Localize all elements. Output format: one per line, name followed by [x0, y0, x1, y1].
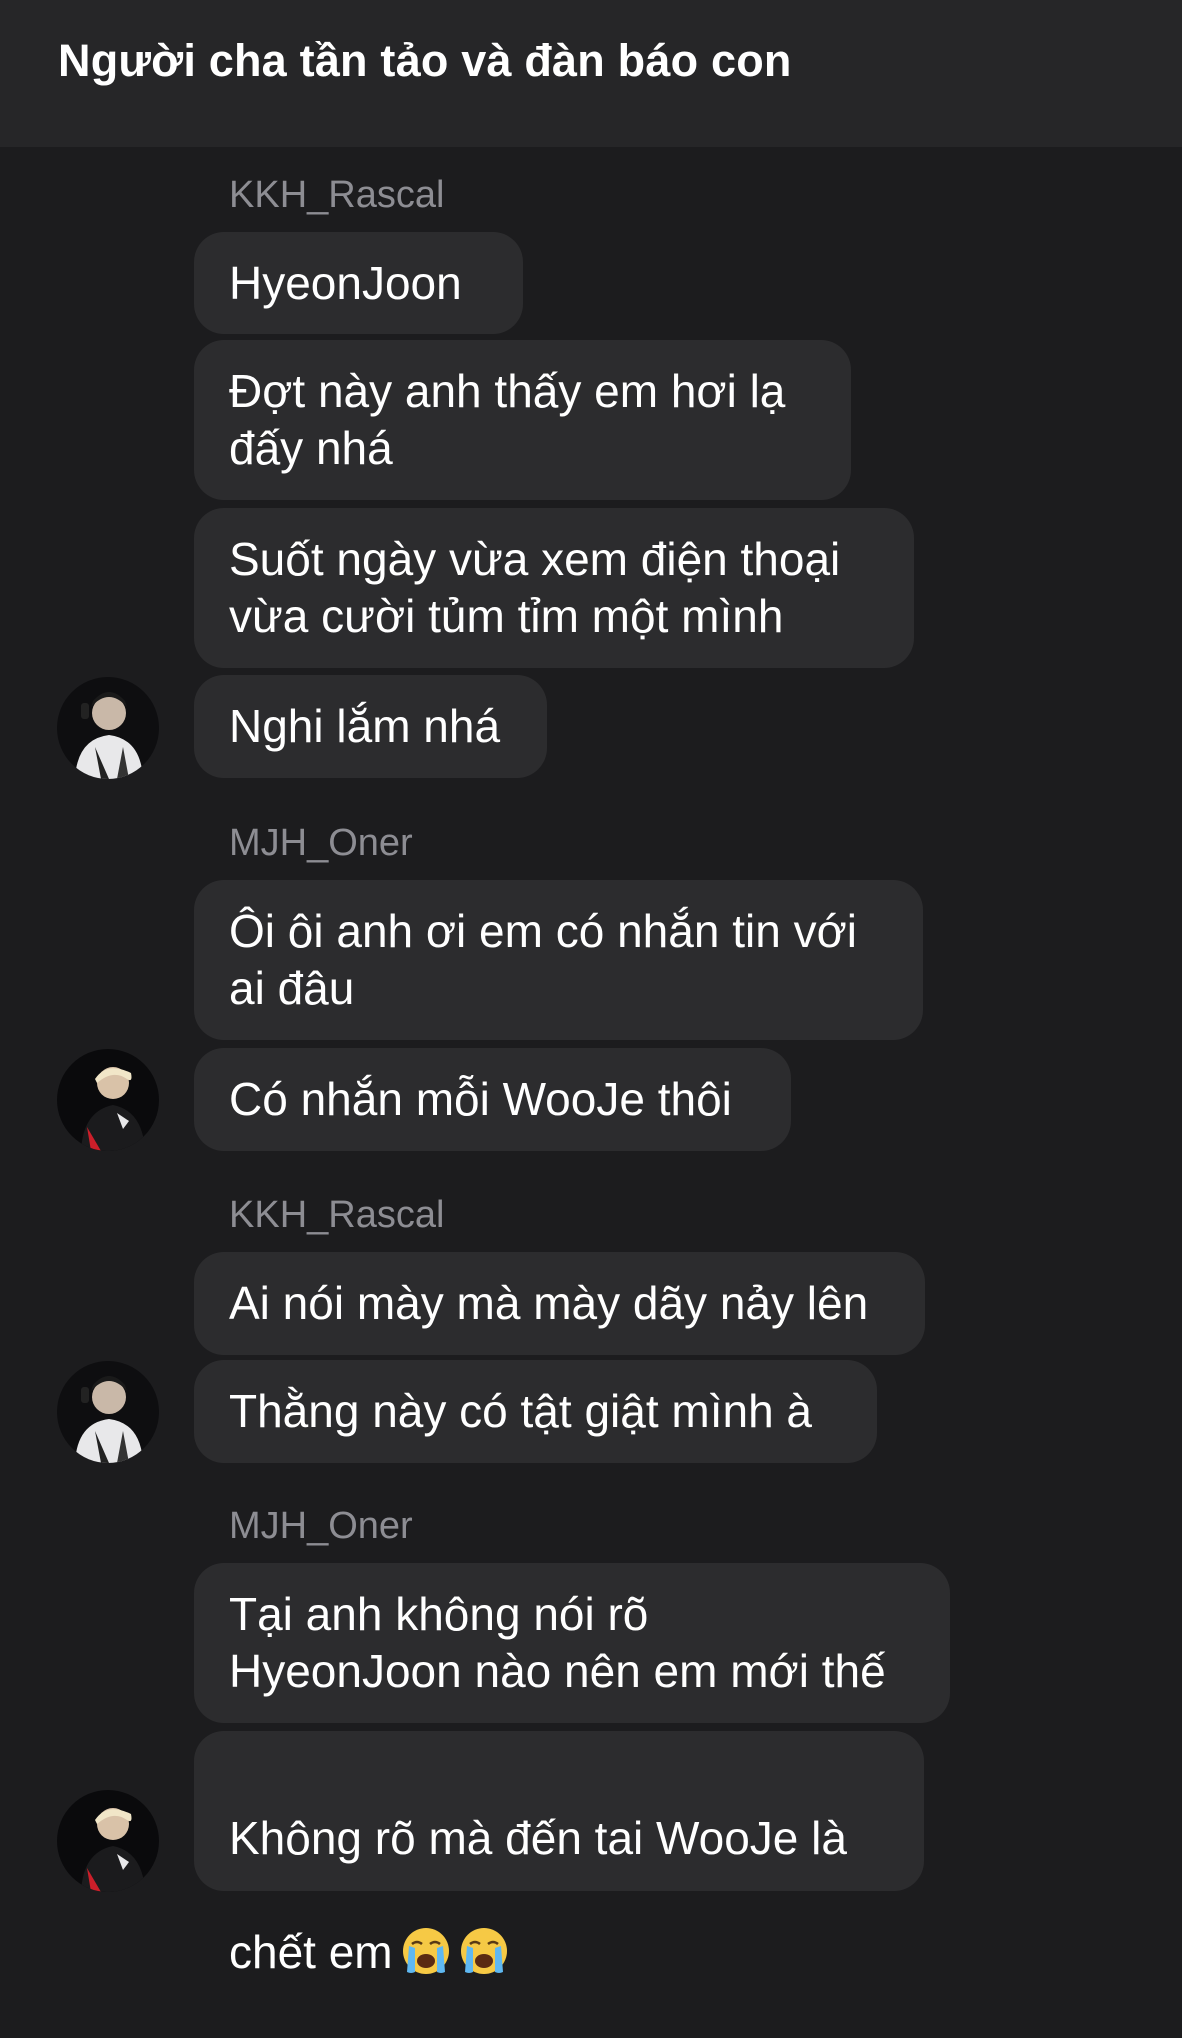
message-bubble[interactable]: Có nhắn mỗi WooJe thôi — [194, 1048, 791, 1151]
sender-name-kkh-rascal: KKH_Rascal — [229, 1194, 445, 1236]
message-text-line: Không rõ mà đến tai WooJe là — [229, 1812, 847, 1864]
sender-name-kkh-rascal: KKH_Rascal — [229, 174, 445, 216]
avatar-mjh-oner[interactable] — [57, 1790, 159, 1892]
chat-header: Người cha tần tảo và đàn báo con — [0, 0, 1182, 147]
message-text-line: chết em — [229, 1924, 890, 1981]
sender-name-mjh-oner: MJH_Oner — [229, 1505, 413, 1547]
message-bubble[interactable]: Thằng này có tật giật mình à — [194, 1360, 877, 1463]
loudly-crying-face-icon — [459, 1926, 509, 1976]
message-bubble[interactable]: Không rõ mà đến tai WooJe là chết em — [194, 1731, 924, 1978]
message-bubble[interactable]: Ai nói mày mà mày dãy nảy lên — [194, 1252, 925, 1355]
avatar-kkh-rascal[interactable] — [57, 677, 159, 779]
message-bubble[interactable]: Đợt này anh thấy em hơi lạ đấy nhá — [194, 340, 851, 500]
message-bubble[interactable]: HyeonJoon — [194, 232, 523, 334]
message-bubble[interactable]: Ôi ôi anh ơi em có nhắn tin với ai đâu — [194, 880, 923, 1040]
message-list[interactable]: KKH_Rascal HyeonJoon Đợt này anh thấy em… — [0, 147, 1182, 1978]
message-bubble[interactable]: Nghi lắm nhá — [194, 675, 547, 778]
message-bubble[interactable]: Suốt ngày vừa xem điện thoại vừa cười tủ… — [194, 508, 914, 668]
sender-name-mjh-oner: MJH_Oner — [229, 822, 413, 864]
loudly-crying-face-icon — [401, 1926, 451, 1976]
avatar-kkh-rascal[interactable] — [57, 1361, 159, 1463]
avatar-mjh-oner[interactable] — [57, 1049, 159, 1151]
message-bubble[interactable]: Tại anh không nói rõ HyeonJoon nào nên e… — [194, 1563, 950, 1723]
chat-title: Người cha tần tảo và đàn báo con — [58, 34, 792, 86]
